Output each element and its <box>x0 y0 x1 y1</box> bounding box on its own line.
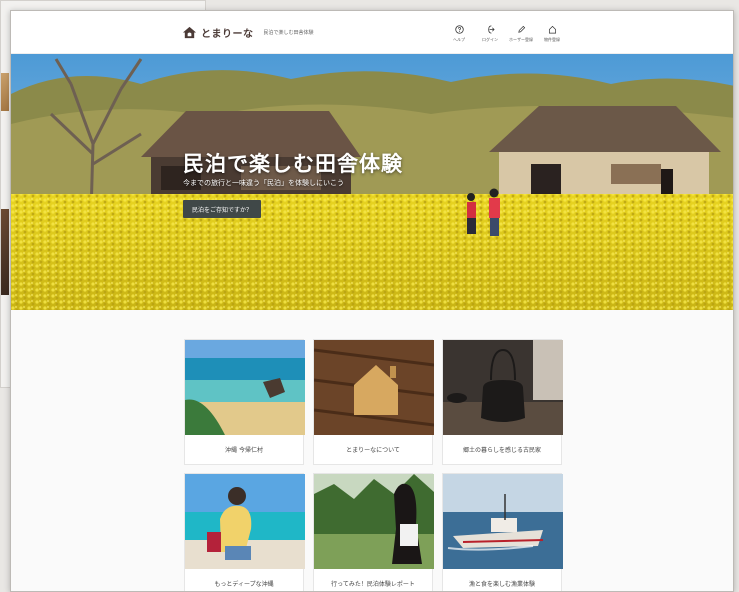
hero-title: 民泊で楽しむ田舎体験 <box>183 152 403 176</box>
card-image <box>443 474 563 569</box>
content-area: 沖縄 今帰仁村 とまりーなについて 郷土の暮らしを感じる古民家 もっとディープな… <box>11 310 733 591</box>
nav-login-label: ログイン <box>482 37 498 42</box>
hero-image <box>11 54 733 310</box>
card-about-tomarina[interactable]: とまりーなについて <box>313 339 434 465</box>
card-image <box>443 340 563 435</box>
card-image <box>314 474 434 569</box>
card-image <box>185 340 305 435</box>
nav-user-register[interactable]: ホーザー登録 <box>508 25 534 43</box>
card-experience-report[interactable]: 行ってみた！民泊体験レポート <box>313 473 434 591</box>
browser-window: とまりーな 民泊で楽しむ田舎体験 ヘルプ ログイン ホーザー登録 物件登録 民泊… <box>10 10 734 592</box>
card-image <box>185 474 305 569</box>
card-caption: 行ってみた！民泊体験レポート <box>331 581 415 588</box>
hero-subtitle: 今までの旅行と一味違う「民泊」を体験しにいこう <box>183 179 344 187</box>
card-okinawa-nakijin[interactable]: 沖縄 今帰仁村 <box>184 339 305 465</box>
card-old-folk-house[interactable]: 郷土の暮らしを感じる古民家 <box>442 339 563 465</box>
site-header: とまりーな 民泊で楽しむ田舎体験 ヘルプ ログイン ホーザー登録 物件登録 <box>11 11 733 54</box>
card-caption: とまりーなについて <box>346 447 400 454</box>
nav-user-register-label: ホーザー登録 <box>509 37 533 42</box>
nav-help-label: ヘルプ <box>453 37 465 42</box>
help-icon <box>454 25 464 34</box>
card-fishing-experience[interactable]: 漁と食を楽しむ漁業体験 <box>442 473 563 591</box>
site-logo[interactable]: とまりーな 民泊で楽しむ田舎体験 <box>182 25 314 40</box>
pencil-icon <box>517 25 525 33</box>
nav-login[interactable]: ログイン <box>477 25 503 43</box>
about-minpaku-button[interactable]: 民泊をご存知ですか？ <box>183 200 261 218</box>
site-tagline: 民泊で楽しむ田舎体験 <box>263 30 314 36</box>
card-grid: 沖縄 今帰仁村 とまりーなについて 郷土の暮らしを感じる古民家 もっとディープな… <box>184 339 563 591</box>
header-nav: ヘルプ ログイン ホーザー登録 物件登録 <box>446 25 565 43</box>
home-icon <box>548 25 556 34</box>
login-icon <box>487 25 495 34</box>
background-thumbnail <box>1 73 9 111</box>
nav-property-register-label: 物件登録 <box>544 37 560 42</box>
card-caption: 沖縄 今帰仁村 <box>225 447 263 454</box>
house-logo-icon <box>182 26 197 39</box>
background-thumbnail <box>1 209 9 295</box>
nav-property-register[interactable]: 物件登録 <box>539 25 565 43</box>
card-caption: 郷土の暮らしを感じる古民家 <box>462 447 541 454</box>
card-caption: もっとディープな沖縄 <box>214 581 274 588</box>
card-deep-okinawa[interactable]: もっとディープな沖縄 <box>184 473 305 591</box>
nav-help[interactable]: ヘルプ <box>446 25 472 43</box>
logo-text: とまりーな <box>201 29 254 40</box>
hero-banner: 民泊で楽しむ田舎体験 今までの旅行と一味違う「民泊」を体験しにいこう 民泊をご存… <box>11 54 733 310</box>
card-caption: 漁と食を楽しむ漁業体験 <box>468 581 535 588</box>
card-image <box>314 340 434 435</box>
